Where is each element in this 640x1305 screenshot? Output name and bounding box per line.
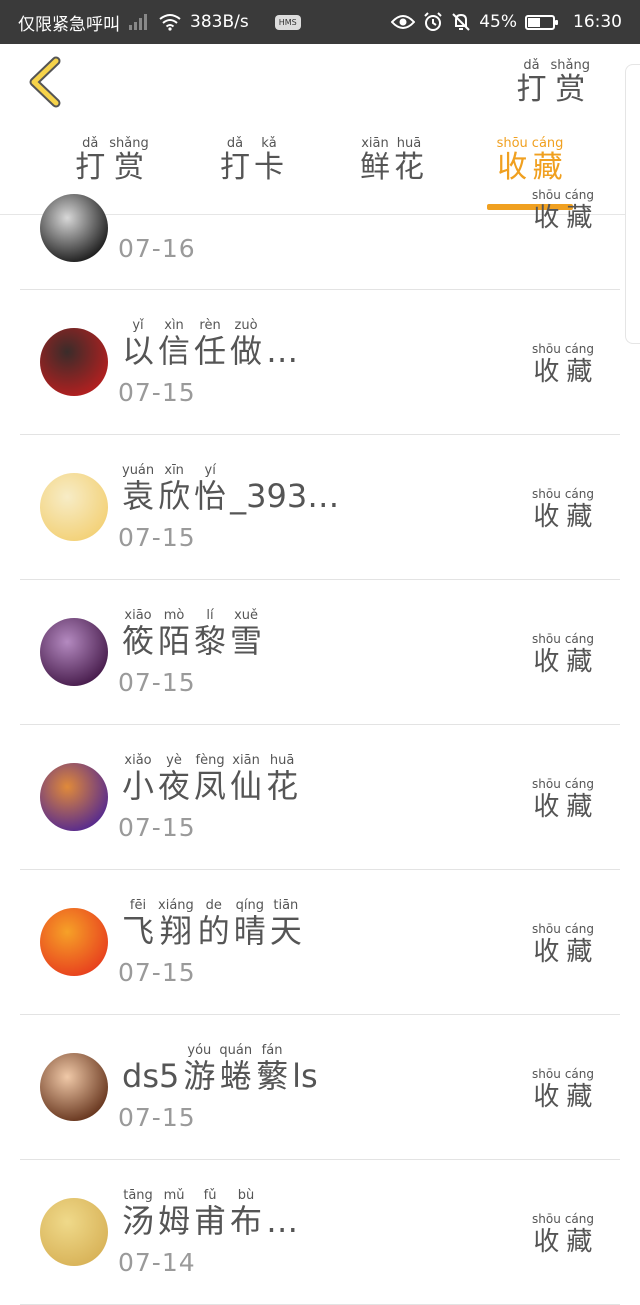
avatar[interactable] — [40, 1198, 108, 1266]
avatar[interactable] — [40, 328, 108, 396]
battery-percent: 45% — [479, 12, 517, 32]
user-name: yǐ 以 xìn 信 rèn 任 zuò 做… — [122, 318, 299, 370]
favorites-list: 07-16 shōu 收 cáng 藏 yǐ 以 xìn 信 rèn 任 zuò 做… 07-15 shōu… — [20, 188, 620, 1305]
hms-badge: HMS — [274, 14, 301, 30]
favorite-date: 07-15 — [118, 668, 196, 697]
tab-checkin[interactable]: dǎ 打 kǎ 卡 — [192, 136, 312, 185]
scroll-indicator[interactable] — [625, 64, 640, 344]
list-item[interactable]: yǐ 以 xìn 信 rèn 任 zuò 做… 07-15 shōu 收 cáng 藏 — [20, 290, 620, 435]
avatar[interactable] — [40, 763, 108, 831]
network-status-text: 仅限紧急呼叫 — [18, 14, 120, 35]
avatar[interactable] — [40, 473, 108, 541]
tab-reward[interactable]: dǎ 打 shǎng 赏 — [52, 136, 172, 185]
battery-icon — [525, 14, 558, 30]
favorite-label: shōu 收 cáng 藏 — [532, 922, 594, 967]
favorite-label: shōu 收 cáng 藏 — [532, 777, 594, 822]
favorite-date: 07-14 — [118, 1248, 196, 1277]
back-button[interactable] — [24, 56, 68, 108]
list-item[interactable]: 07-16 shōu 收 cáng 藏 — [20, 188, 620, 290]
tab-favorites[interactable]: shōu 收 cáng 藏 — [470, 136, 590, 185]
status-bar: 仅限紧急呼叫 383B/s HMS 45% 16:30 — [0, 0, 640, 44]
avatar[interactable] — [40, 194, 108, 262]
chevron-left-icon — [29, 56, 61, 108]
mute-icon — [451, 12, 471, 32]
clock: 16:30 — [573, 12, 622, 32]
list-item[interactable]: xiāo 筱 mò 陌 lí 黎 xuě 雪 07-15 shōu 收 cáng 藏 — [20, 580, 620, 725]
user-name: fēi 飞 xiáng 翔 de 的 qíng 晴 tiān 天 — [122, 898, 302, 950]
favorite-label: shōu 收 cáng 藏 — [532, 188, 594, 233]
avatar[interactable] — [40, 1053, 108, 1121]
favorite-date: 07-15 — [118, 378, 196, 407]
favorite-label: shōu 收 cáng 藏 — [532, 1212, 594, 1257]
user-name: xiǎo 小 yè 夜 fèng 凤 xiān 仙 huā 花 — [122, 753, 299, 805]
favorite-date: 07-15 — [118, 523, 196, 552]
user-name: xiāo 筱 mò 陌 lí 黎 xuě 雪 — [122, 608, 263, 660]
favorite-date: 07-16 — [118, 234, 196, 263]
favorite-label: shōu 收 cáng 藏 — [532, 487, 594, 532]
network-speed: 383B/s — [190, 12, 249, 32]
list-item[interactable]: ds5 yóu 游 quán 蜷 fán 蘩 ls 07-15 shōu 收 cáng 藏 — [20, 1015, 620, 1160]
tab-flowers[interactable]: xiān 鲜 huā 花 — [332, 136, 452, 185]
avatar[interactable] — [40, 908, 108, 976]
list-item[interactable]: tāng 汤 mǔ 姆 fǔ 甫 bù 布… 07-14 shōu 收 cáng 藏 — [20, 1160, 620, 1305]
favorite-date: 07-15 — [118, 958, 196, 987]
reward-button[interactable]: dǎ 打 shǎng 赏 — [515, 58, 592, 107]
list-item[interactable]: yuán 袁 xīn 欣 yí 怡 _393… 07-15 shōu 收 cáng 藏 — [20, 435, 620, 580]
favorite-date: 07-15 — [118, 1103, 196, 1132]
alarm-icon — [423, 12, 443, 32]
avatar[interactable] — [40, 618, 108, 686]
user-name: yuán 袁 xīn 欣 yí 怡 _393… — [122, 463, 340, 515]
favorite-label: shōu 收 cáng 藏 — [532, 1067, 594, 1112]
favorite-date: 07-15 — [118, 813, 196, 842]
list-item[interactable]: fēi 飞 xiáng 翔 de 的 qíng 晴 tiān 天 07-15 shōu 收 cáng 藏 — [20, 870, 620, 1015]
favorite-label: shōu 收 cáng 藏 — [532, 342, 594, 387]
user-name: tāng 汤 mǔ 姆 fǔ 甫 bù 布… — [122, 1188, 299, 1240]
list-item[interactable]: xiǎo 小 yè 夜 fèng 凤 xiān 仙 huā 花 07-15 shōu 收 cáng 藏 — [20, 725, 620, 870]
favorite-label: shōu 收 cáng 藏 — [532, 632, 594, 677]
user-name: ds5 yóu 游 quán 蜷 fán 蘩 ls — [122, 1043, 318, 1095]
wifi-icon — [158, 13, 182, 31]
signal-icon — [128, 13, 150, 31]
eye-comfort-icon — [391, 14, 416, 30]
